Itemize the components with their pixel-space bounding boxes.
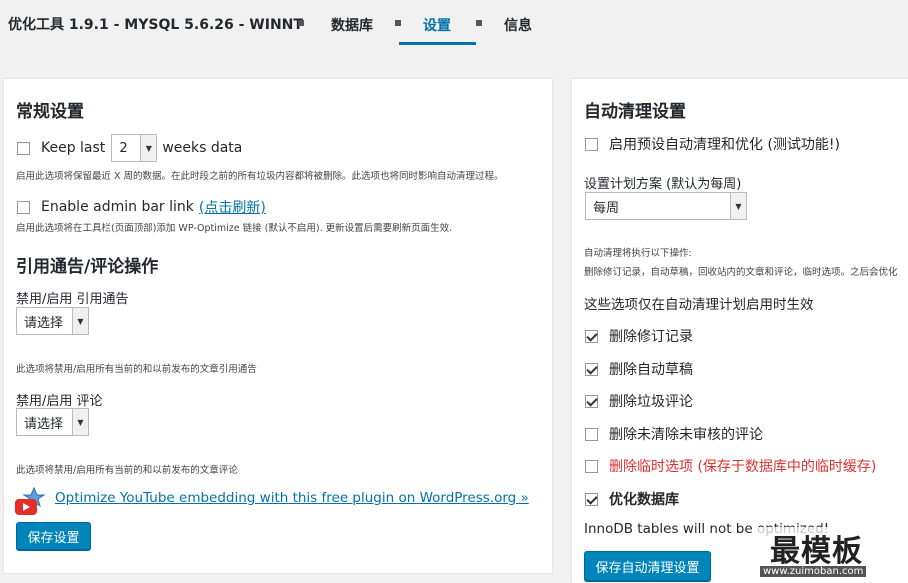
comments-select[interactable]: 请选择 ▼: [16, 408, 89, 436]
schedule-label: 设置计划方案 (默认为每周): [584, 177, 742, 192]
keep-last-label: Keep last: [41, 140, 106, 156]
comments-toggle-label: 禁用/启用 评论: [16, 394, 103, 409]
chevron-down-icon: ▼: [72, 308, 88, 334]
refresh-link[interactable]: (点击刷新): [199, 197, 266, 217]
chevron-down-icon: ▼: [140, 135, 157, 161]
auto-clean-panel: 自动清理设置 启用预设自动清理和优化 (测试功能!) 设置计划方案 (默认为每周…: [571, 78, 908, 583]
enable-auto-clean-row: 启用预设自动清理和优化 (测试功能!): [585, 134, 840, 154]
auto-clean-note: 这些选项仅在自动清理计划启用时生效: [584, 297, 814, 313]
remove-spam-label: 删除垃圾评论: [609, 394, 693, 410]
auto-clean-actions-title: 自动清理将执行以下操作:: [584, 248, 692, 259]
youtube-row: Optimize YouTube embedding with this fre…: [55, 490, 529, 506]
chevron-down-icon: ▼: [72, 409, 88, 435]
auto-clean-actions-list: 删除修订记录，自动草稿，回收站内的文章和评论，临时选项。之后会优化: [584, 267, 898, 278]
admin-bar-description: 启用此选项将在工具栏(页面顶部)添加 WP-Optimize 链接 (默认不启用…: [16, 223, 453, 234]
enable-auto-clean-label: 启用预设自动清理和优化 (测试功能!): [609, 137, 840, 153]
top-header: 优化工具 1.9.1 - MYSQL 5.6.26 - WINNT 数据库 设置…: [0, 0, 908, 50]
option-row: 删除自动草稿: [585, 359, 693, 379]
chevron-down-icon: ▼: [730, 193, 746, 219]
option-row: 删除垃圾评论: [585, 391, 693, 411]
option-row: 优化数据库: [585, 489, 679, 509]
remove-revisions-checkbox[interactable]: [585, 329, 598, 343]
remove-transients-checkbox[interactable]: [585, 459, 598, 473]
keep-last-weeks-select[interactable]: 2 ▼: [111, 134, 158, 162]
keep-last-row: Keep last 2 ▼ weeks data: [17, 134, 242, 162]
remove-transients-label: 删除临时选项 (保存于数据库中的临时缓存): [609, 459, 877, 475]
general-settings-heading: 常规设置: [16, 102, 84, 122]
comments-select-value: 请选择: [24, 416, 64, 432]
trackback-description: 此选项将禁用/启用所有当前的和以前发布的文章引用通告: [16, 364, 257, 375]
schedule-select[interactable]: 每周 ▼: [585, 192, 747, 220]
remove-spam-checkbox[interactable]: [585, 394, 598, 408]
admin-bar-row: Enable admin bar link (点击刷新): [17, 197, 266, 217]
app-title: 优化工具 1.9.1 - MYSQL 5.6.26 - WINNT: [8, 17, 303, 33]
tab-database[interactable]: 数据库: [331, 0, 373, 45]
nav-separator: [476, 20, 482, 26]
trackback-select[interactable]: 请选择 ▼: [16, 307, 89, 335]
enable-auto-clean-checkbox[interactable]: [585, 137, 598, 151]
remove-unapproved-label: 删除未清除未审核的评论: [609, 427, 763, 443]
optimize-db-label: 优化数据库: [609, 492, 679, 508]
optimize-db-checkbox[interactable]: [585, 492, 598, 506]
tab-settings[interactable]: 设置: [399, 0, 476, 45]
youtube-plugin-link[interactable]: Optimize YouTube embedding with this fre…: [55, 490, 529, 506]
remove-unapproved-checkbox[interactable]: [585, 427, 598, 441]
youtube-plugin-icon: [15, 487, 46, 515]
option-row: 删除临时选项 (保存于数据库中的临时缓存): [585, 456, 876, 476]
save-settings-button[interactable]: 保存设置: [16, 522, 91, 550]
schedule-select-value: 每周: [593, 200, 620, 216]
remove-drafts-checkbox[interactable]: [585, 362, 598, 376]
trackback-toggle-label: 禁用/启用 引用通告: [16, 292, 129, 307]
option-row: 删除未清除未审核的评论: [585, 424, 763, 444]
weeks-label: weeks data: [162, 140, 243, 156]
remove-revisions-label: 删除修订记录: [609, 329, 693, 345]
admin-bar-checkbox[interactable]: [17, 200, 30, 214]
keep-last-weeks-value: 2: [119, 140, 128, 156]
option-row: 删除修订记录: [585, 326, 693, 346]
remove-drafts-label: 删除自动草稿: [609, 362, 693, 378]
keep-last-description: 启用此选项将保留最近 X 周的数据。在此时段之前的所有垃圾内容都将被删除。此选项…: [16, 171, 504, 182]
nav-separator: [298, 20, 304, 26]
auto-clean-heading: 自动清理设置: [584, 102, 686, 122]
keep-last-checkbox[interactable]: [17, 141, 30, 155]
watermark-url: www.zuimoban.com: [760, 566, 867, 577]
watermark-logo-text: 最模板: [770, 534, 863, 569]
admin-bar-label: Enable admin bar link: [41, 199, 194, 215]
save-auto-clean-button[interactable]: 保存自动清理设置: [584, 551, 711, 581]
comments-description: 此选项将禁用/启用所有当前的和以前发布的文章评论: [16, 465, 238, 476]
tab-info[interactable]: 信息: [504, 0, 532, 45]
trackback-select-value: 请选择: [24, 315, 64, 331]
trackbacks-heading: 引用通告/评论操作: [16, 257, 159, 277]
general-settings-panel: 常规设置 Keep last 2 ▼ weeks data 启用此选项将保留最近…: [3, 78, 553, 574]
nav-tabs: 数据库 设置 信息: [298, 0, 532, 50]
